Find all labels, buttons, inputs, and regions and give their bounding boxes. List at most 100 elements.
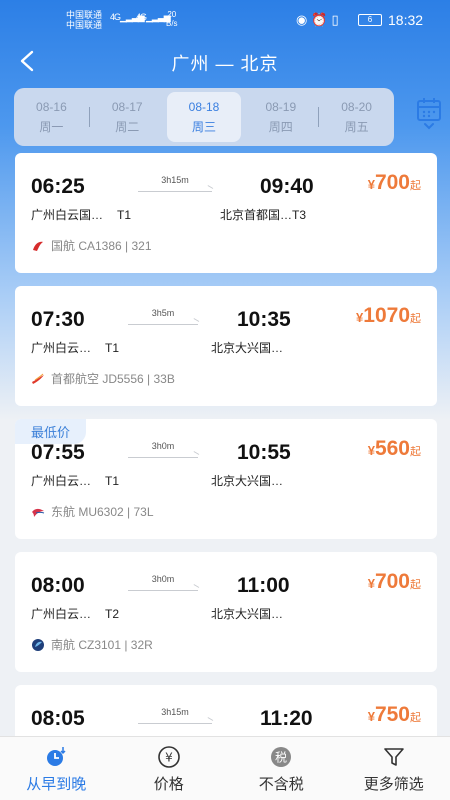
duration-arrow <box>128 324 198 325</box>
tax-excluded-tab[interactable]: 税 不含税 <box>225 737 338 800</box>
more-filters-tab[interactable]: 更多筛选 <box>338 737 450 800</box>
flight-duration: 3h5m <box>151 308 175 318</box>
header: 广州 — 北京 <box>0 40 450 84</box>
departure-airport: 广州白云… T1 <box>31 472 119 489</box>
date-tab-0819[interactable]: 08-19 周四 <box>243 92 318 142</box>
flight-card[interactable]: 08:00 3h0m 11:00 ¥700起 广州白云… T2 北京大兴国… 南航… <box>15 552 437 672</box>
capital-airlines-logo-icon <box>32 373 44 384</box>
sort-price-tab[interactable]: ¥ 价格 <box>113 737 226 800</box>
weekday-label: 周一 <box>39 119 64 134</box>
bottom-nav: 从早到晚 ¥ 价格 税 不含税 更多筛选 <box>0 736 450 800</box>
departure-airport: 广州白云国… T1 <box>31 206 131 223</box>
arrival-airport: 北京大兴国… <box>211 339 283 356</box>
signal-2-label: 4G <box>136 12 147 22</box>
date-tab-0817[interactable]: 08-17 周二 <box>90 92 165 142</box>
arrival-airport: 北京大兴国… <box>211 472 283 489</box>
price-value: 700 <box>374 570 410 593</box>
airline-flight: 南航 CZ3101 | 32R <box>51 638 153 652</box>
date-label: 08-20 <box>341 99 372 114</box>
arrival-airport: 北京首都国…T3 <box>220 206 306 223</box>
date-selector: 08-16 周一 08-17 周二 08-18 周三 08-19 周四 08-2… <box>14 88 394 146</box>
status-time: 18:32 <box>388 12 424 28</box>
departure-airport: 广州白云… T2 <box>31 605 119 622</box>
price-value: 750 <box>374 703 410 726</box>
arrival-airport-name: 北京大兴国… <box>211 474 284 488</box>
weekday-label: 周四 <box>268 119 293 134</box>
net-speed-unit: B/s <box>166 19 178 28</box>
airline-info: 首都航空 JD5556 | 33B <box>31 370 175 387</box>
price-value: 1070 <box>363 304 410 327</box>
arrival-time: 10:35 <box>237 308 291 331</box>
airline-flight: 东航 MU6302 | 73L <box>51 505 154 519</box>
battery-icon: 6 <box>358 14 382 26</box>
date-tab-0818[interactable]: 08-18 周三 <box>166 92 242 142</box>
weekday-label: 周三 <box>191 119 216 134</box>
flight-card[interactable]: 06:25 3h15m 09:40 ¥700起 广州白云国… T1 北京首都国…T… <box>15 153 437 273</box>
duration-arrow <box>138 191 212 192</box>
date-tab-0816[interactable]: 08-16 周一 <box>14 92 89 142</box>
nav-label: 更多筛选 <box>363 776 424 793</box>
flight-card[interactable]: 最低价 07:55 3h0m 10:55 ¥560起 广州白云… T1 北京大兴国… <box>15 419 437 539</box>
china-southern-logo-icon <box>32 638 44 651</box>
signal-1-label: 4G <box>110 12 121 22</box>
china-eastern-logo-icon <box>32 508 45 517</box>
departure-terminal: T1 <box>105 341 120 355</box>
arrival-airport: 北京大兴国… <box>211 605 283 622</box>
arrival-time: 11:00 <box>237 574 290 597</box>
price-suffix: 起 <box>410 180 421 192</box>
price-suffix: 起 <box>410 313 421 325</box>
calendar-button[interactable] <box>414 96 444 132</box>
tax-glyph: 税 <box>275 751 287 765</box>
price-currency: ¥ <box>367 576 375 591</box>
departure-airport-name: 广州白云… <box>31 474 92 488</box>
arrival-terminal: T3 <box>292 208 307 222</box>
alarm-icon: ⏰ <box>311 12 332 27</box>
price: ¥700起 <box>368 171 421 195</box>
airline-flight: 国航 CA1386 | 321 <box>51 239 152 253</box>
eye-icon: ◉ <box>296 12 312 27</box>
flight-card[interactable]: 07:30 3h5m 10:35 ¥1070起 广州白云… T1 北京大兴国… 首… <box>15 286 437 406</box>
flight-duration: 3h0m <box>151 441 175 451</box>
yen-glyph: ¥ <box>165 751 173 765</box>
clock-icon <box>47 747 66 766</box>
net-speed: 20 B/s <box>166 10 178 28</box>
arrival-time: 09:40 <box>260 175 314 198</box>
price-currency: ¥ <box>367 443 375 458</box>
air-china-logo-icon <box>33 241 43 251</box>
route-title: 广州 — 北京 <box>171 54 279 74</box>
date-label: 08-17 <box>111 99 143 114</box>
carrier-1: 中国联通 <box>66 10 103 20</box>
duration-arrow <box>138 723 212 724</box>
calendar-icon <box>417 98 441 130</box>
flight-duration: 3h15m <box>161 707 189 717</box>
price-suffix: 起 <box>410 446 421 458</box>
battery-level: 6 <box>367 15 373 24</box>
price-suffix: 起 <box>410 712 421 724</box>
weekday-label: 周二 <box>115 119 140 134</box>
departure-terminal: T2 <box>105 607 120 621</box>
tax-icon: 税 <box>271 747 292 767</box>
departure-airport: 广州白云… T1 <box>31 339 119 356</box>
departure-time: 08:05 <box>31 707 85 730</box>
airline-info: 国航 CA1386 | 321 <box>31 237 152 254</box>
carrier-info: 中国联通 中国联通 <box>66 10 102 30</box>
departure-time: 08:00 <box>31 574 85 597</box>
price: ¥750起 <box>368 703 421 727</box>
arrival-airport-name: 北京大兴国… <box>211 341 284 355</box>
duration-arrow <box>128 457 198 458</box>
flight-duration: 3h0m <box>151 574 175 584</box>
date-tab-0820[interactable]: 08-20 周五 <box>319 92 394 142</box>
carrier-2: 中国联通 <box>66 20 103 30</box>
price: ¥1070起 <box>356 304 421 328</box>
status-icons: ◉⏰▯ <box>296 12 343 28</box>
date-label: 08-16 <box>36 99 67 114</box>
flight-duration: 3h15m <box>161 175 189 185</box>
departure-time: 06:25 <box>31 175 85 198</box>
sort-early-to-late-tab[interactable]: 从早到晚 <box>0 737 113 800</box>
price-currency: ¥ <box>367 177 375 192</box>
price-value: 560 <box>374 437 410 460</box>
date-label: 08-19 <box>265 99 297 114</box>
price-value: 700 <box>374 171 410 194</box>
filter-icon <box>383 748 404 766</box>
signal-2-icon: 4G▁▂▃▅ <box>136 12 171 22</box>
